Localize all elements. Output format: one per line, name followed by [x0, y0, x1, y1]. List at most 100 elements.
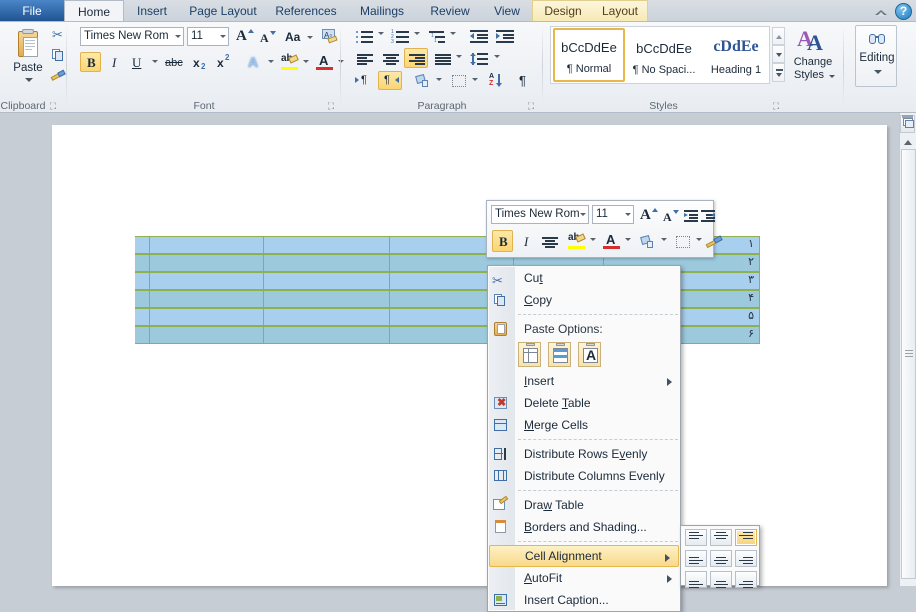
split-handle[interactable] — [902, 115, 913, 118]
justify-chevron-down-icon[interactable] — [456, 55, 462, 58]
align-center-button[interactable] — [378, 48, 402, 68]
table-cell[interactable] — [135, 290, 149, 308]
shading-button[interactable] — [410, 71, 434, 90]
change-case-button[interactable]: Aa — [282, 26, 314, 46]
table-cell[interactable] — [149, 254, 263, 272]
table-cell[interactable] — [135, 236, 149, 254]
menu-item-distribute-columns-evenly[interactable]: Distribute Columns Evenly — [488, 465, 680, 487]
keep-text-only-icon[interactable]: A — [578, 342, 601, 367]
table-cell[interactable] — [135, 308, 149, 326]
left-to-right-button[interactable]: ¶ — [352, 71, 376, 90]
align-top-left-icon[interactable] — [685, 529, 707, 546]
copy-button[interactable] — [48, 45, 66, 63]
clipboard-dialog-launcher[interactable]: ⛶ — [48, 101, 58, 111]
align-right-button[interactable] — [404, 48, 428, 68]
context-menu[interactable]: Cut ✂ Copy Paste Options: A Insert Delete Tabl… — [487, 265, 681, 612]
mini-highlight-chevron-down-icon[interactable] — [590, 238, 596, 241]
mini-borders-chevron-down-icon[interactable] — [696, 238, 702, 241]
editing-button[interactable]: Editing — [855, 25, 897, 87]
tab-page-layout[interactable]: Page Layout — [180, 0, 266, 22]
superscript-button[interactable]: x 2 — [211, 52, 233, 72]
change-styles-button[interactable]: A A Change Styles — [786, 25, 838, 87]
tab-view[interactable]: View — [482, 0, 532, 22]
mini-shading-button[interactable] — [635, 230, 659, 252]
mini-font-name-combobox[interactable]: Times New Rom — [491, 205, 589, 224]
line-spacing-chevron-down-icon[interactable] — [494, 55, 500, 58]
tab-file[interactable]: File — [0, 0, 64, 22]
cut-button[interactable]: ✂ — [48, 25, 66, 43]
menu-item-merge-cells[interactable]: Merge Cells — [488, 414, 680, 436]
style-no-spacing[interactable]: bCcDdEe ¶ No Spaci... — [627, 28, 699, 82]
align-bottom-right-icon[interactable] — [735, 571, 757, 589]
styles-dialog-launcher[interactable]: ⛶ — [771, 101, 781, 111]
menu-item-cell-alignment[interactable]: Cell Alignment — [489, 545, 679, 567]
mini-borders-button[interactable] — [670, 230, 694, 252]
mini-font-size-chevron-down-icon[interactable] — [625, 213, 631, 216]
table-cell[interactable] — [149, 272, 263, 290]
document-area[interactable]: ۱ ۲ ۳ ۴ ۵ ۶ — [0, 113, 916, 586]
style-heading-1[interactable]: cDdEe Heading 1 — [701, 28, 769, 82]
table-cell[interactable] — [149, 236, 263, 254]
scroll-up-button[interactable] — [901, 135, 916, 148]
text-effects-chevron-down-icon[interactable] — [268, 60, 274, 63]
table-cell[interactable] — [135, 272, 149, 290]
mini-bold-button[interactable]: B — [492, 230, 513, 252]
menu-item-distribute-rows-evenly[interactable]: Distribute Rows Evenly — [488, 443, 680, 465]
table-cell[interactable] — [135, 254, 149, 272]
mini-highlight-button[interactable]: ab — [564, 230, 588, 252]
change-styles-chevron-down-icon[interactable] — [829, 75, 835, 78]
document-page[interactable]: ۱ ۲ ۳ ۴ ۵ ۶ — [52, 125, 887, 586]
subscript-button[interactable]: x 2 — [187, 52, 209, 72]
table-cell[interactable] — [263, 272, 389, 290]
underline-button[interactable]: U — [126, 52, 150, 72]
tab-insert[interactable]: Insert — [124, 0, 180, 22]
shrink-font-button[interactable]: A — [256, 26, 277, 46]
align-top-center-icon[interactable] — [710, 529, 732, 546]
mini-shading-chevron-down-icon[interactable] — [661, 238, 667, 241]
bold-button[interactable]: B — [80, 52, 101, 72]
tab-design[interactable]: Design — [534, 0, 592, 22]
cell-alignment-submenu[interactable] — [680, 525, 760, 589]
menu-item-insert-caption[interactable]: Insert Caption... — [488, 589, 680, 611]
clear-formatting-button[interactable]: A▫ — [318, 26, 340, 46]
align-bottom-center-icon[interactable] — [710, 571, 732, 589]
align-center-right-icon[interactable] — [735, 550, 757, 567]
font-name-chevron-down-icon[interactable] — [175, 35, 181, 38]
text-effects-button[interactable]: A — [242, 52, 266, 72]
align-left-button[interactable] — [352, 48, 376, 68]
style-normal[interactable]: bCcDdEe ¶ Normal — [553, 28, 625, 82]
borders-button[interactable] — [446, 71, 470, 90]
mini-shrink-font-button[interactable]: A — [659, 204, 680, 225]
collapse-ribbon-icon[interactable] — [874, 5, 888, 17]
bullets-button[interactable] — [352, 25, 376, 45]
merge-formatting-icon[interactable] — [548, 342, 571, 367]
table-cell[interactable] — [135, 326, 149, 344]
keep-source-formatting-icon[interactable] — [518, 342, 541, 367]
menu-item-insert[interactable]: Insert — [488, 370, 680, 392]
mini-grow-font-button[interactable]: A — [637, 204, 658, 225]
sort-button[interactable]: A Z — [484, 71, 508, 90]
menu-item-copy[interactable]: Copy — [488, 289, 680, 311]
align-bottom-left-icon[interactable] — [685, 571, 707, 589]
borders-chevron-down-icon[interactable] — [472, 78, 478, 81]
grow-font-button[interactable]: A — [233, 26, 254, 46]
vertical-scrollbar[interactable] — [899, 113, 916, 586]
text-highlight-button[interactable]: ab — [277, 52, 301, 72]
mini-toolbar[interactable]: Times New Rom 11 A A B I ab A — [486, 200, 723, 258]
justify-button[interactable] — [430, 48, 454, 68]
strikethrough-button[interactable]: abc — [161, 52, 185, 72]
menu-item-draw-table[interactable]: Draw Table — [488, 494, 680, 516]
font-size-combobox[interactable]: 11 — [187, 27, 229, 46]
table-cell[interactable] — [149, 326, 263, 344]
mini-increase-indent-button[interactable] — [698, 204, 716, 225]
bullets-chevron-down-icon[interactable] — [378, 32, 384, 35]
numbering-chevron-down-icon[interactable] — [414, 32, 420, 35]
menu-item-borders-and-shading[interactable]: Borders and Shading... — [488, 516, 680, 538]
help-question-icon[interactable]: ? — [895, 3, 912, 20]
highlight-chevron-down-icon[interactable] — [303, 60, 309, 63]
align-top-right-icon[interactable] — [735, 529, 757, 546]
table-cell[interactable] — [263, 326, 389, 344]
line-spacing-button[interactable] — [466, 48, 492, 68]
decrease-indent-button[interactable] — [466, 25, 490, 45]
paste-button[interactable]: Paste — [6, 25, 48, 87]
